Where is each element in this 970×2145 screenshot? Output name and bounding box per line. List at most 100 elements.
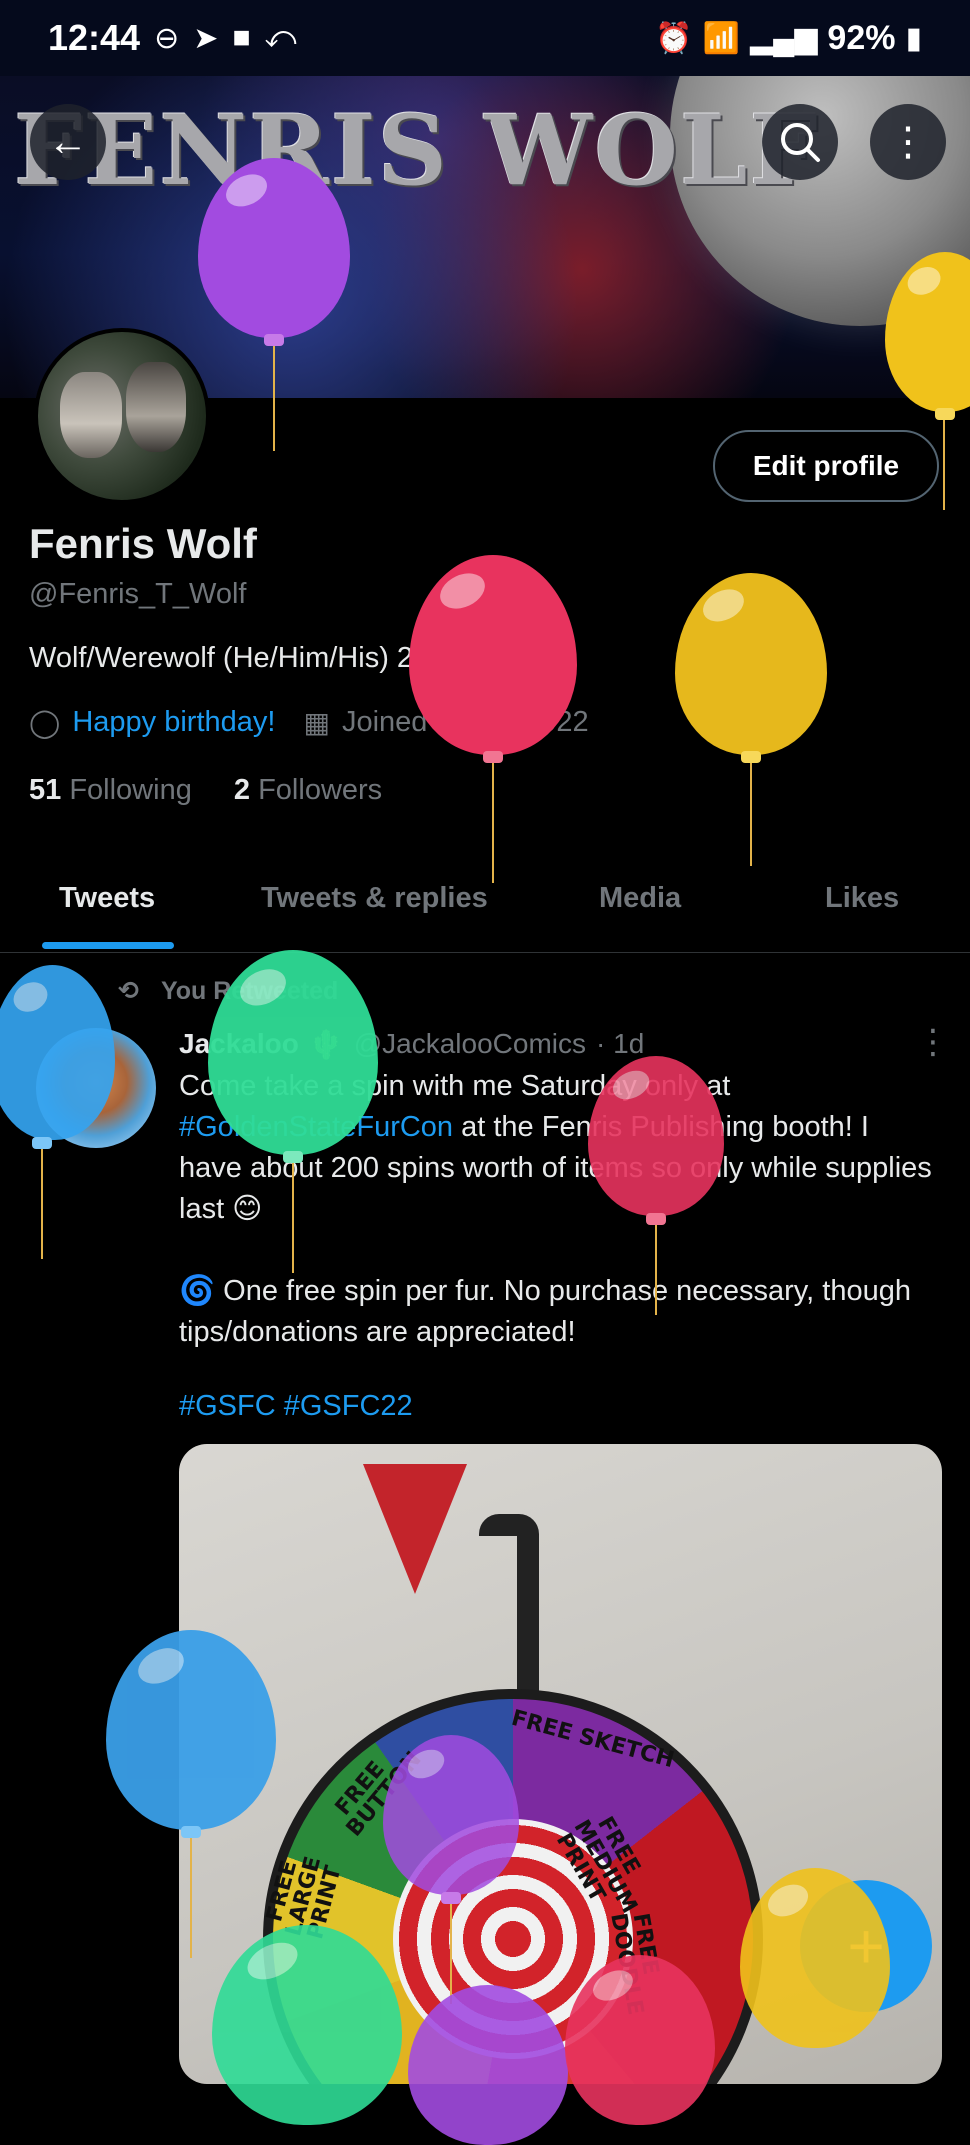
- balloon-body: [675, 573, 827, 755]
- balloon-knot: [264, 334, 284, 346]
- balloon-shine: [132, 1641, 189, 1691]
- balloon-body: [740, 1868, 890, 2048]
- balloon-body: [212, 1925, 402, 2125]
- balloon-knot: [32, 1137, 52, 1149]
- balloon-shine: [762, 1878, 814, 1923]
- followers-count: 2: [233, 774, 251, 806]
- balloon-blue: [106, 1630, 276, 1960]
- profile-handle: @Fenris_T_Wolf: [29, 578, 247, 610]
- balloon-shine: [233, 961, 291, 1012]
- followers-label: Followers: [258, 774, 383, 806]
- calendar-icon: ▦: [303, 707, 330, 738]
- wolf-face-left: [60, 372, 122, 458]
- wolf-face-right: [126, 362, 186, 452]
- vertical-dots-icon: ⋮: [888, 120, 928, 164]
- do-not-disturb-icon: ⊖: [154, 21, 180, 55]
- balloon-string: [190, 1838, 192, 1958]
- back-arrow-icon: ←: [48, 119, 88, 164]
- balloon-purple-bottom: [408, 1985, 568, 2145]
- balloon-knot: [441, 1892, 461, 1904]
- balloon-shine: [902, 262, 945, 300]
- balloon-red-bottom: [565, 1955, 715, 2125]
- retweet-icon: ⟲: [118, 977, 139, 1005]
- birthday-link[interactable]: Happy birthday!: [72, 706, 275, 739]
- balloon-body: [885, 252, 970, 412]
- balloon-green-bottom: [212, 1925, 402, 2125]
- balloon-pink: [588, 1056, 724, 1316]
- balloon-body: [0, 965, 115, 1140]
- balloon-shine: [221, 168, 272, 213]
- back-button[interactable]: ←: [30, 104, 106, 180]
- battery-level: 92%: [827, 18, 896, 57]
- wheel-pointer: [363, 1464, 467, 1594]
- balloon-knot: [283, 1151, 303, 1163]
- profile-name: Fenris Wolf: [29, 520, 257, 567]
- tab-media[interactable]: Media: [599, 882, 681, 915]
- status-bar-right: ⏰ 📶 ▂▄▆ 92% ▮: [655, 19, 922, 58]
- balloon-body: [198, 158, 350, 338]
- balloon-shine: [8, 976, 52, 1017]
- missed-call-icon: ⤺: [264, 21, 297, 54]
- status-bar-left: 12:44 ⊖ ➤ ■ ⤺: [48, 17, 297, 59]
- wifi-icon: 📶: [702, 21, 741, 55]
- tab-likes[interactable]: Likes: [825, 882, 899, 915]
- balloon-yellow-edge: [885, 252, 970, 512]
- balloon-string: [655, 1225, 657, 1315]
- tweet-text-part3: 🌀 One free spin per fur. No purchase nec…: [179, 1275, 911, 1348]
- tweet-author-handle[interactable]: @JackalooComics: [354, 1028, 586, 1061]
- following-link[interactable]: 51 Following: [29, 774, 192, 806]
- tweet-more-button[interactable]: ⋮: [916, 1022, 950, 1062]
- search-icon: [781, 123, 820, 162]
- balloon-string: [292, 1163, 294, 1273]
- balloon-string: [41, 1149, 43, 1259]
- balloon-body: [408, 1985, 568, 2145]
- balloon-knot: [483, 751, 503, 763]
- profile-avatar[interactable]: [34, 328, 210, 504]
- balloon-blue-left: [0, 965, 115, 1260]
- banner-title: FENRIS WOLF: [14, 94, 820, 207]
- balloon-yellow: [675, 573, 827, 868]
- balloon-body: [409, 555, 577, 755]
- balloon-string: [943, 420, 945, 510]
- following-count: 51: [29, 774, 62, 806]
- balloon-knot: [935, 408, 955, 420]
- balloon-body: [588, 1056, 724, 1216]
- profile-bio: Wolf/Werewolf (He/Him/His) 28: [29, 642, 430, 674]
- balloon-shine: [698, 583, 750, 628]
- battery-icon: ▮: [905, 21, 922, 55]
- message-icon: ■: [232, 21, 251, 54]
- active-tab-indicator: [42, 942, 174, 949]
- search-button[interactable]: [762, 104, 838, 180]
- balloon-green: [208, 950, 378, 1275]
- balloon-shine: [434, 566, 491, 616]
- balloon-knot: [741, 751, 761, 763]
- balloon-body: [106, 1630, 276, 1830]
- balloon-body: [208, 950, 378, 1155]
- balloon-body: [383, 1735, 519, 1895]
- more-options-button[interactable]: ⋮: [870, 104, 946, 180]
- balloon-shine: [608, 1065, 655, 1105]
- balloon-shine: [241, 1935, 304, 1987]
- follow-stats: 51 Following 2 Followers: [29, 774, 382, 807]
- balloon-red: [409, 555, 577, 885]
- following-label: Following: [69, 774, 192, 806]
- signal-icon: ▂▄▆: [750, 21, 818, 55]
- tab-tweets[interactable]: Tweets: [59, 882, 155, 915]
- alarm-icon: ⏰: [655, 21, 693, 55]
- balloon-string: [750, 763, 752, 866]
- balloon-icon: ◯: [29, 707, 61, 738]
- balloon-shine: [403, 1744, 450, 1784]
- balloon-purple-lower: [383, 1735, 519, 2005]
- balloon-body: [565, 1955, 715, 2125]
- status-bar: 12:44 ⊖ ➤ ■ ⤺ ⏰ 📶 ▂▄▆ 92% ▮: [0, 0, 970, 76]
- balloon-string: [492, 763, 494, 883]
- tweet-hashtags[interactable]: #GSFC #GSFC22: [179, 1390, 413, 1423]
- balloon-purple: [198, 158, 350, 453]
- balloon-knot: [646, 1213, 666, 1225]
- followers-link[interactable]: 2 Followers: [234, 774, 382, 806]
- balloon-shine: [588, 1964, 638, 2007]
- balloon-knot: [181, 1826, 201, 1838]
- telegram-icon: ➤: [193, 21, 219, 55]
- tab-tweets-replies[interactable]: Tweets & replies: [261, 882, 488, 915]
- balloon-string: [273, 346, 275, 451]
